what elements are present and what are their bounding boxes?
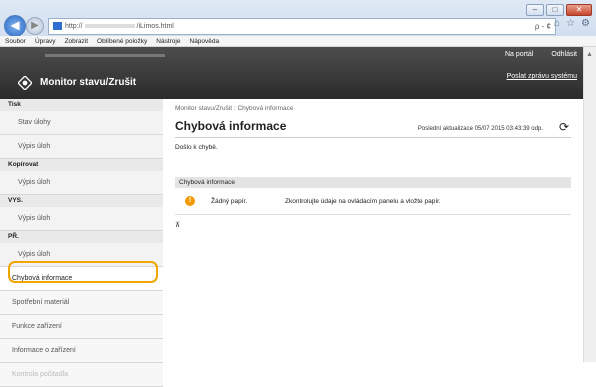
sidebar-section-send: VYS. [8,197,23,204]
menu-edit[interactable]: Úpravy [35,36,56,46]
menu-favorites[interactable]: Oblíbené položky [97,36,147,46]
sidebar-item-counter-check[interactable]: Kontrola počitadla [0,363,163,387]
divider [175,137,571,138]
navigation-bar: ◀ ▶ http:// /iLimos.html ρ - ¢ ⌂ ☆ ⚙ [4,15,592,37]
browser-chrome: – □ ✕ ◀ ▶ http:// /iLimos.html ρ - ¢ ⌂ ☆ … [0,0,596,47]
sidebar-item-device-features[interactable]: Funkce zařízení [0,315,163,339]
header-links: Na portál Odhlásit [489,51,577,58]
sidebar-section-print: Tisk [8,101,21,108]
sidebar-section-receive: PŘ. [8,233,19,240]
breadcrumb: Monitor stavu/Zrušit : Chybová informace [175,105,294,112]
device-name-hidden [45,54,165,57]
monitor-logo-icon [18,76,32,90]
menu-view[interactable]: Zobrazit [65,36,88,46]
sidebar-item-consumables[interactable]: Spotřební materiál [0,291,163,315]
refresh-icon[interactable]: ⟳ [559,120,569,134]
scroll-up-icon[interactable]: ▲ [586,51,593,58]
url-hidden [84,24,135,29]
sidebar-item-send-job-log[interactable]: Výpis úloh [0,207,163,231]
maximize-button[interactable]: □ [546,4,564,16]
menu-help[interactable]: Nápověda [190,36,220,46]
page-scrollbar[interactable]: ▲ [583,47,596,362]
back-to-top-icon[interactable]: ⊼ [175,221,180,229]
sidebar-item-device-information[interactable]: Informace o zařízení [0,339,163,363]
search-refresh-controls[interactable]: ρ - ¢ [535,19,551,34]
error-name: Žádný papír. [211,198,248,205]
close-button[interactable]: ✕ [566,4,592,16]
minimize-button[interactable]: – [526,4,544,16]
sidebar: Tisk Stav úlohy Výpis úloh Kopírovat Výp… [0,99,163,387]
sidebar-item-copy-job-log[interactable]: Výpis úloh [0,171,163,195]
favorites-star-icon[interactable]: ☆ [566,18,575,29]
error-row: ! Žádný papír. Zkontrolujte údaje na ovl… [175,188,571,215]
menu-file[interactable]: Soubor [5,36,26,46]
logout-link[interactable]: Odhlásit [551,51,577,58]
selection-highlight [8,261,158,283]
sidebar-item-job-status[interactable]: Stav úlohy [0,111,163,135]
error-notice: Došlo k chybě. [175,144,218,151]
toolbar-icons: ⌂ ☆ ⚙ [554,18,590,29]
home-icon[interactable]: ⌂ [554,18,560,29]
error-description: Zkontrolujte údaje na ovládacím panelu a… [285,198,441,205]
sidebar-section-copy: Kopírovat [8,161,39,168]
page-title: Chybová informace [175,119,287,133]
back-arrow-icon[interactable]: ◀ [4,15,26,37]
sidebar-item-print-job-log[interactable]: Výpis úloh [0,135,163,159]
forward-arrow-icon[interactable]: ▶ [26,17,44,35]
send-message-link[interactable]: Poslat zprávu systému [507,73,577,80]
page-header: Monitor stavu/Zrušit Na portál Odhlásit … [0,47,583,99]
url-tail: /iLimos.html [136,23,174,30]
menu-bar: Soubor Úpravy Zobrazit Oblíbené položky … [0,36,596,47]
portal-link[interactable]: Na portál [505,51,533,58]
settings-gear-icon[interactable]: ⚙ [581,18,590,29]
error-box-header: Chybová informace [175,177,571,188]
menu-tools[interactable]: Nástroje [156,36,180,46]
window-controls: – □ ✕ [526,4,592,16]
header-title: Monitor stavu/Zrušit [40,77,137,88]
warning-icon: ! [185,196,195,206]
url-text: http:// [65,23,83,30]
address-bar[interactable]: http:// /iLimos.html ρ - ¢ [48,18,556,35]
last-update-text: Poslední aktualizace 05/07 2015 03:43:39… [417,126,543,132]
page-favicon-icon [53,22,62,31]
